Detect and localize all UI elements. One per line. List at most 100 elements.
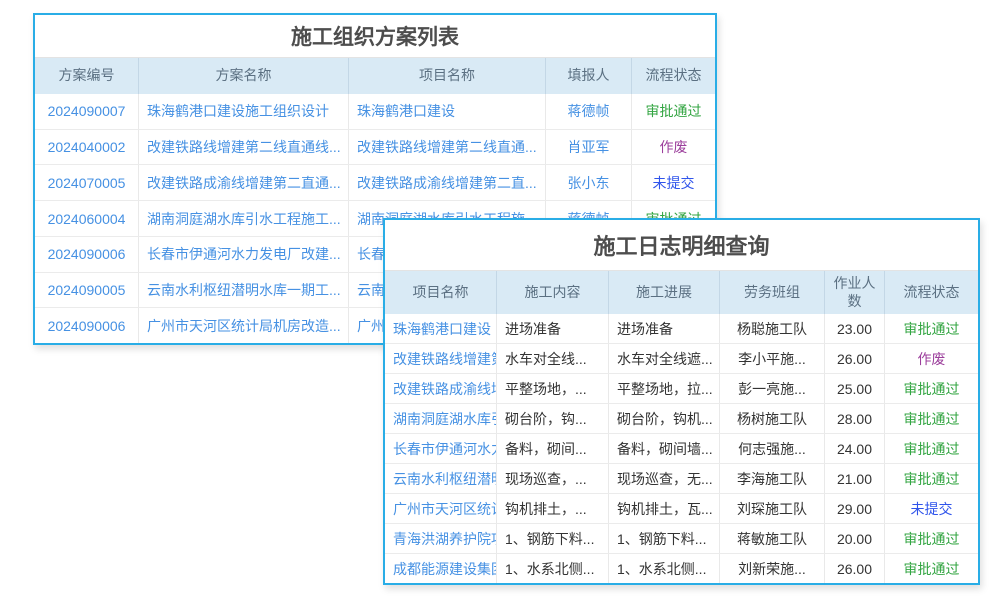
cell-worker-count: 24.00	[825, 434, 885, 463]
cell-work-progress: 进场准备	[609, 314, 720, 343]
cell-labor-team: 刘琛施工队	[720, 494, 825, 523]
cell-status: 审批通过	[885, 314, 978, 343]
cell-plan-code[interactable]: 2024090005	[35, 273, 139, 308]
table-row: 广州市天河区统计 钩机排土，... 钩机排土，瓦... 刘琛施工队 29.00 …	[385, 494, 978, 524]
cell-reporter: 肖亚军	[546, 130, 632, 165]
cell-project-name[interactable]: 改建铁路线增建第二线	[385, 344, 497, 373]
column-header-worker-count: 作业人数	[825, 271, 885, 314]
cell-labor-team: 刘新荣施...	[720, 554, 825, 583]
cell-work-content: 钩机排土，...	[497, 494, 609, 523]
cell-labor-team: 何志强施...	[720, 434, 825, 463]
table-row: 长春市伊通河水力 备料，砌间... 备料，砌间墙... 何志强施... 24.0…	[385, 434, 978, 464]
cell-worker-count: 25.00	[825, 374, 885, 403]
column-header-status: 流程状态	[885, 271, 978, 314]
table-row: 云南水利枢纽潜明 现场巡查，... 现场巡查，无... 李海施工队 21.00 …	[385, 464, 978, 494]
cell-plan-name[interactable]: 云南水利枢纽潜明水库一期工...	[139, 273, 349, 308]
plan-list-title: 施工组织方案列表	[35, 15, 715, 57]
cell-status: 作废	[885, 344, 978, 373]
column-header-plan-name: 方案名称	[139, 58, 349, 94]
cell-work-content: 砌台阶，钩...	[497, 404, 609, 433]
cell-work-content: 现场巡查，...	[497, 464, 609, 493]
cell-project-name[interactable]: 改建铁路成渝线增建第二	[385, 374, 497, 403]
log-table-body: 珠海鹤港口建设 进场准备 进场准备 杨聪施工队 23.00 审批通过 改建铁路线…	[385, 314, 978, 583]
cell-status: 审批通过	[885, 464, 978, 493]
cell-plan-name[interactable]: 湖南洞庭湖水库引水工程施工...	[139, 201, 349, 236]
cell-worker-count: 28.00	[825, 404, 885, 433]
cell-work-content: 平整场地，...	[497, 374, 609, 403]
cell-worker-count: 26.00	[825, 344, 885, 373]
cell-labor-team: 李海施工队	[720, 464, 825, 493]
cell-project-name[interactable]: 青海洪湖养护院项	[385, 524, 497, 553]
cell-project-name[interactable]: 珠海鹤港口建设	[385, 314, 497, 343]
column-header-work-content: 施工内容	[497, 271, 609, 314]
table-row: 2024040002 改建铁路线增建第二线直通线... 改建铁路线增建第二线直通…	[35, 130, 715, 166]
cell-labor-team: 彭一亮施...	[720, 374, 825, 403]
cell-work-progress: 1、钢筋下料...	[609, 524, 720, 553]
cell-worker-count: 23.00	[825, 314, 885, 343]
cell-project-name[interactable]: 成都能源建设集团	[385, 554, 497, 583]
column-header-plan-code: 方案编号	[35, 58, 139, 94]
cell-plan-code[interactable]: 2024090006	[35, 237, 139, 272]
cell-project-name[interactable]: 长春市伊通河水力	[385, 434, 497, 463]
cell-work-progress: 备料，砌间墙...	[609, 434, 720, 463]
column-header-reporter: 填报人	[546, 58, 632, 94]
cell-status: 审批通过	[885, 524, 978, 553]
cell-work-progress: 钩机排土，瓦...	[609, 494, 720, 523]
cell-project-name[interactable]: 湖南洞庭湖水库引水	[385, 404, 497, 433]
cell-plan-name[interactable]: 珠海鹤港口建设施工组织设计	[139, 94, 349, 129]
cell-work-progress: 平整场地，拉...	[609, 374, 720, 403]
column-header-project-name: 项目名称	[349, 58, 546, 94]
cell-plan-name[interactable]: 改建铁路线增建第二线直通线...	[139, 130, 349, 165]
cell-plan-code[interactable]: 2024090007	[35, 94, 139, 129]
cell-status: 未提交	[632, 165, 715, 200]
cell-worker-count: 21.00	[825, 464, 885, 493]
cell-labor-team: 杨树施工队	[720, 404, 825, 433]
cell-plan-name[interactable]: 改建铁路成渝线增建第二直通...	[139, 165, 349, 200]
table-row: 改建铁路成渝线增建第二 平整场地，... 平整场地，拉... 彭一亮施... 2…	[385, 374, 978, 404]
cell-plan-code[interactable]: 2024060004	[35, 201, 139, 236]
cell-status: 审批通过	[885, 374, 978, 403]
cell-project-name[interactable]: 改建铁路成渝线增建第二直...	[349, 165, 546, 200]
cell-work-progress: 水车对全线遮...	[609, 344, 720, 373]
cell-work-content: 备料，砌间...	[497, 434, 609, 463]
cell-plan-name[interactable]: 长春市伊通河水力发电厂改建...	[139, 237, 349, 272]
cell-worker-count: 29.00	[825, 494, 885, 523]
log-table-header: 项目名称 施工内容 施工进展 劳务班组 作业人数 流程状态	[385, 270, 978, 314]
cell-work-progress: 现场巡查，无...	[609, 464, 720, 493]
log-query-title: 施工日志明细查询	[385, 220, 978, 270]
cell-worker-count: 26.00	[825, 554, 885, 583]
cell-project-name[interactable]: 云南水利枢纽潜明	[385, 464, 497, 493]
column-header-project-name: 项目名称	[385, 271, 497, 314]
table-row: 青海洪湖养护院项 1、钢筋下料... 1、钢筋下料... 蒋敏施工队 20.00…	[385, 524, 978, 554]
table-row: 珠海鹤港口建设 进场准备 进场准备 杨聪施工队 23.00 审批通过	[385, 314, 978, 344]
cell-reporter: 张小东	[546, 165, 632, 200]
log-query-window: 施工日志明细查询 项目名称 施工内容 施工进展 劳务班组 作业人数 流程状态 珠…	[383, 218, 980, 585]
cell-work-progress: 1、水系北侧...	[609, 554, 720, 583]
column-header-labor-team: 劳务班组	[720, 271, 825, 314]
cell-worker-count: 20.00	[825, 524, 885, 553]
cell-work-content: 水车对全线...	[497, 344, 609, 373]
cell-work-content: 进场准备	[497, 314, 609, 343]
cell-work-progress: 砌台阶，钩机...	[609, 404, 720, 433]
cell-plan-name[interactable]: 广州市天河区统计局机房改造...	[139, 308, 349, 343]
cell-labor-team: 蒋敏施工队	[720, 524, 825, 553]
cell-work-content: 1、水系北侧...	[497, 554, 609, 583]
table-row: 成都能源建设集团 1、水系北侧... 1、水系北侧... 刘新荣施... 26.…	[385, 554, 978, 583]
cell-status: 审批通过	[885, 554, 978, 583]
cell-project-name[interactable]: 珠海鹤港口建设	[349, 94, 546, 129]
column-header-status: 流程状态	[632, 58, 715, 94]
cell-plan-code[interactable]: 2024070005	[35, 165, 139, 200]
cell-status: 审批通过	[632, 94, 715, 129]
cell-project-name[interactable]: 广州市天河区统计	[385, 494, 497, 523]
column-header-work-progress: 施工进展	[609, 271, 720, 314]
cell-status: 审批通过	[885, 434, 978, 463]
cell-work-content: 1、钢筋下料...	[497, 524, 609, 553]
cell-status: 审批通过	[885, 404, 978, 433]
cell-labor-team: 李小平施...	[720, 344, 825, 373]
table-row: 湖南洞庭湖水库引水 砌台阶，钩... 砌台阶，钩机... 杨树施工队 28.00…	[385, 404, 978, 434]
cell-status: 作废	[632, 130, 715, 165]
cell-plan-code[interactable]: 2024040002	[35, 130, 139, 165]
cell-plan-code[interactable]: 2024090006	[35, 308, 139, 343]
cell-project-name[interactable]: 改建铁路线增建第二线直通...	[349, 130, 546, 165]
plan-table-header: 方案编号 方案名称 项目名称 填报人 流程状态	[35, 57, 715, 94]
